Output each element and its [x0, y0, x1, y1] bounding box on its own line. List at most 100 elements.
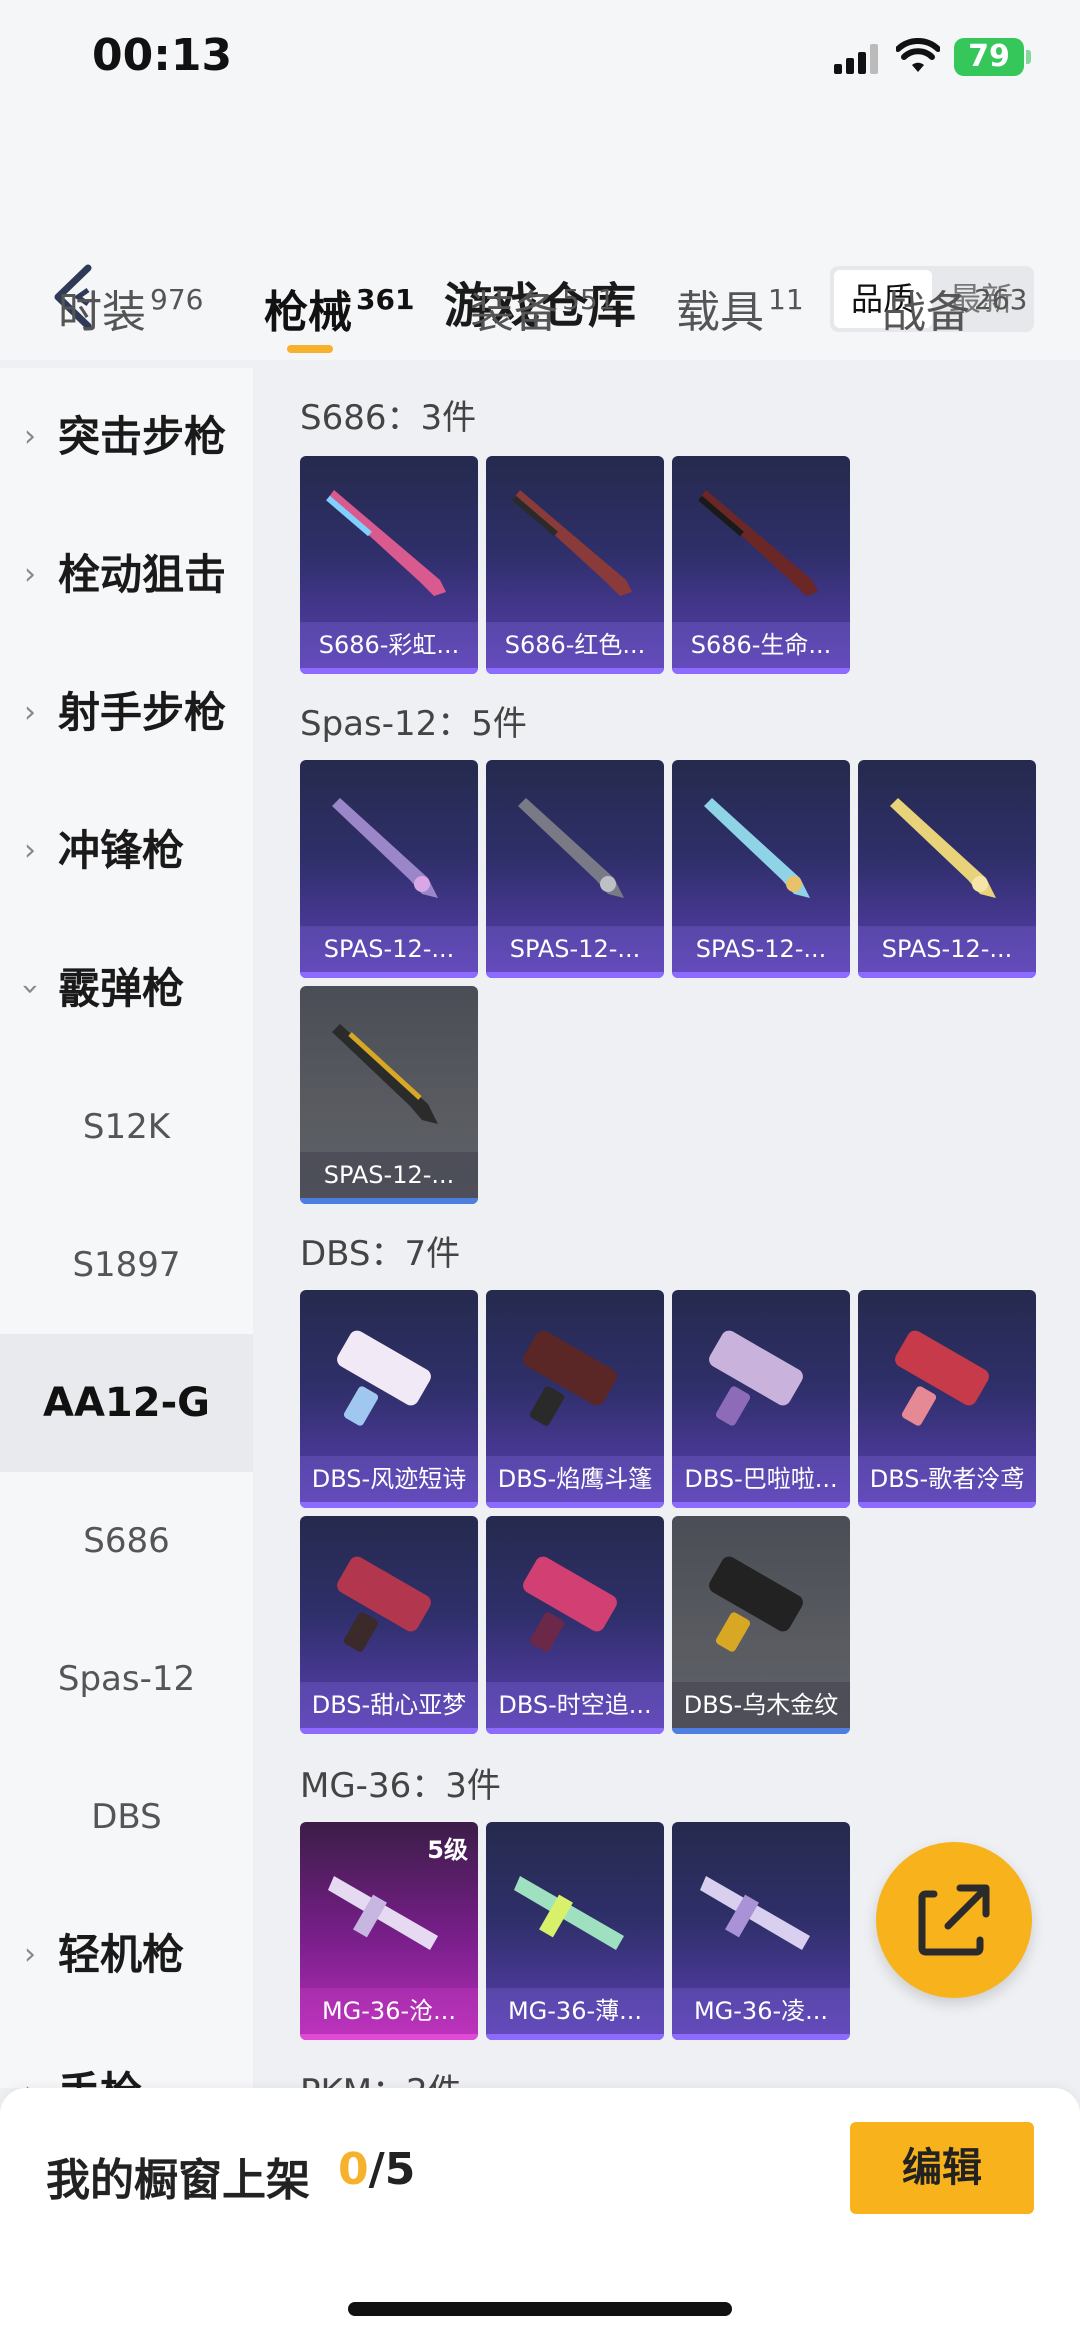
sidebar-item-bolt-sniper[interactable]: › 栓动狙击 [0, 506, 253, 644]
item-name: MG-36-薄... [486, 1988, 664, 2034]
rarity-bar [672, 668, 850, 674]
item-card[interactable]: S686-红色... [486, 456, 664, 674]
item-card[interactable]: DBS-歌者泠鸢 [858, 1290, 1036, 1508]
item-name: SPAS-12-... [300, 926, 478, 972]
gun-icon [700, 1876, 810, 1950]
item-card[interactable]: SPAS-12-... [672, 760, 850, 978]
home-indicator[interactable] [348, 2302, 732, 2316]
rarity-bar [486, 2034, 664, 2040]
rarity-bar [858, 972, 1036, 978]
gun-icon [895, 1330, 989, 1426]
rarity-bar [672, 1728, 850, 1734]
group-title-spas12: Spas-12：5件 [300, 704, 527, 744]
sidebar-item-label: 冲锋枪 [58, 826, 185, 875]
item-grid: S686：3件 S686-彩虹... S686-红色... S686-生命...… [253, 368, 1080, 2088]
gun-icon [326, 490, 446, 596]
item-card[interactable]: SPAS-12-... [300, 760, 478, 978]
item-card[interactable]: DBS-巴啦啦... [672, 1290, 850, 1508]
tab-label: 枪械 [264, 287, 352, 338]
item-card[interactable]: MG-36-薄... [486, 1822, 664, 2040]
sidebar: › 突击步枪 › 栓动狙击 › 射手步枪 › 冲锋枪 › 霰弹枪 S12K S1… [0, 368, 253, 2088]
rarity-bar [300, 972, 478, 978]
rarity-bar [300, 1502, 478, 1508]
tab-count: 976 [150, 283, 204, 316]
sidebar-item-label: 轻机枪 [58, 1930, 185, 1979]
sidebar-item-label: 栓动狙击 [58, 550, 227, 599]
gun-icon [337, 1330, 431, 1426]
gun-icon [514, 1876, 624, 1950]
sidebar-subitem-s1897[interactable]: S1897 [0, 1196, 253, 1334]
gun-icon [512, 490, 632, 596]
tab-equipment[interactable]: 装备 551 [470, 276, 615, 340]
cellular-signal-icon [834, 44, 878, 74]
item-card[interactable]: 5级 MG-36-沧... [300, 1822, 478, 2040]
sidebar-subitem-aa12g[interactable]: AA12-G [0, 1334, 253, 1472]
sidebar-item-assault-rifle[interactable]: › 突击步枪 [0, 368, 253, 506]
sidebar-subitem-spas12[interactable]: Spas-12 [0, 1610, 253, 1748]
wifi-icon [896, 38, 940, 72]
item-card[interactable]: S686-生命... [672, 456, 850, 674]
rarity-bar [486, 1502, 664, 1508]
rarity-bar [300, 1728, 478, 1734]
gun-icon [518, 798, 624, 898]
item-card[interactable]: DBS-甜心亚梦 [300, 1516, 478, 1734]
rarity-bar [486, 668, 664, 674]
tab-label: 时装 [58, 287, 146, 338]
app-root: 00:13 79 游戏仓库 品质 最新 时装 976 枪械 361 装备 551… [0, 0, 1080, 2339]
gun-icon [890, 798, 996, 898]
sidebar-subitem-s686[interactable]: S686 [0, 1472, 253, 1610]
item-name: S686-彩虹... [300, 622, 478, 668]
item-name: SPAS-12-... [486, 926, 664, 972]
showcase-label: 我的橱窗上架 [46, 2155, 310, 2206]
sidebar-subitem-s12k[interactable]: S12K [0, 1058, 253, 1196]
chevron-right-icon: › [24, 557, 36, 592]
tab-vehicles[interactable]: 载具 11 [676, 276, 804, 340]
showcase-total: /5 [368, 2144, 416, 2195]
item-name: DBS-巴啦啦... [672, 1456, 850, 1502]
sidebar-item-label: 霰弹枪 [58, 964, 185, 1013]
group-title-mg36: MG-36：3件 [300, 1766, 501, 1806]
item-card[interactable]: DBS-焰鹰斗篷 [486, 1290, 664, 1508]
tab-count: 551 [562, 283, 616, 316]
tab-fashion[interactable]: 时装 976 [58, 276, 203, 340]
sidebar-item-lmg[interactable]: › 轻机枪 [0, 1886, 253, 2024]
showcase-count: 0/5 [338, 2144, 415, 2195]
sidebar-item-smg[interactable]: › 冲锋枪 [0, 782, 253, 920]
tab-count: 11 [768, 283, 804, 316]
chevron-right-icon: › [24, 833, 36, 868]
share-button[interactable] [876, 1842, 1032, 1998]
sidebar-subitem-dbs[interactable]: DBS [0, 1748, 253, 1886]
tab-label: 载具 [676, 287, 764, 338]
tab-label: 战备 [882, 287, 970, 338]
item-card[interactable]: DBS-风迹短诗 [300, 1290, 478, 1508]
item-card[interactable]: SPAS-12-... [858, 760, 1036, 978]
sidebar-item-shotgun[interactable]: › 霰弹枪 [0, 920, 253, 1058]
edit-button[interactable]: 编辑 [850, 2122, 1034, 2214]
group-title-pkm: PKM：2件 [300, 2064, 462, 2088]
item-name: S686-红色... [486, 622, 664, 668]
tab-supplies[interactable]: 战备 263 [882, 276, 1027, 340]
sidebar-item-pistol[interactable]: › 手枪 [0, 2024, 253, 2088]
sidebar-item-label: 突击步枪 [58, 412, 227, 461]
active-tab-indicator [287, 345, 333, 353]
gun-icon [523, 1556, 617, 1652]
group-title-s686: S686：3件 [300, 398, 477, 438]
item-card[interactable]: DBS-乌木金纹 [672, 1516, 850, 1734]
item-name: MG-36-沧... [300, 1988, 478, 2034]
battery-tip [1026, 50, 1031, 64]
share-icon [918, 1884, 990, 1956]
gun-icon [328, 1876, 438, 1950]
rarity-bar [300, 1198, 478, 1204]
tab-firearms[interactable]: 枪械 361 [264, 276, 414, 340]
item-card[interactable]: SPAS-12-... [486, 760, 664, 978]
group-title-dbs: DBS：7件 [300, 1234, 461, 1274]
showcase-current: 0 [338, 2144, 369, 2195]
item-card[interactable]: DBS-时空追... [486, 1516, 664, 1734]
rarity-bar [672, 1502, 850, 1508]
item-card[interactable]: MG-36-凌... [672, 1822, 850, 2040]
item-card[interactable]: SPAS-12-... [300, 986, 478, 1204]
gun-icon [709, 1556, 803, 1652]
sidebar-item-marksman-rifle[interactable]: › 射手步枪 [0, 644, 253, 782]
item-card[interactable]: S686-彩虹... [300, 456, 478, 674]
chevron-right-icon: › [24, 419, 36, 454]
